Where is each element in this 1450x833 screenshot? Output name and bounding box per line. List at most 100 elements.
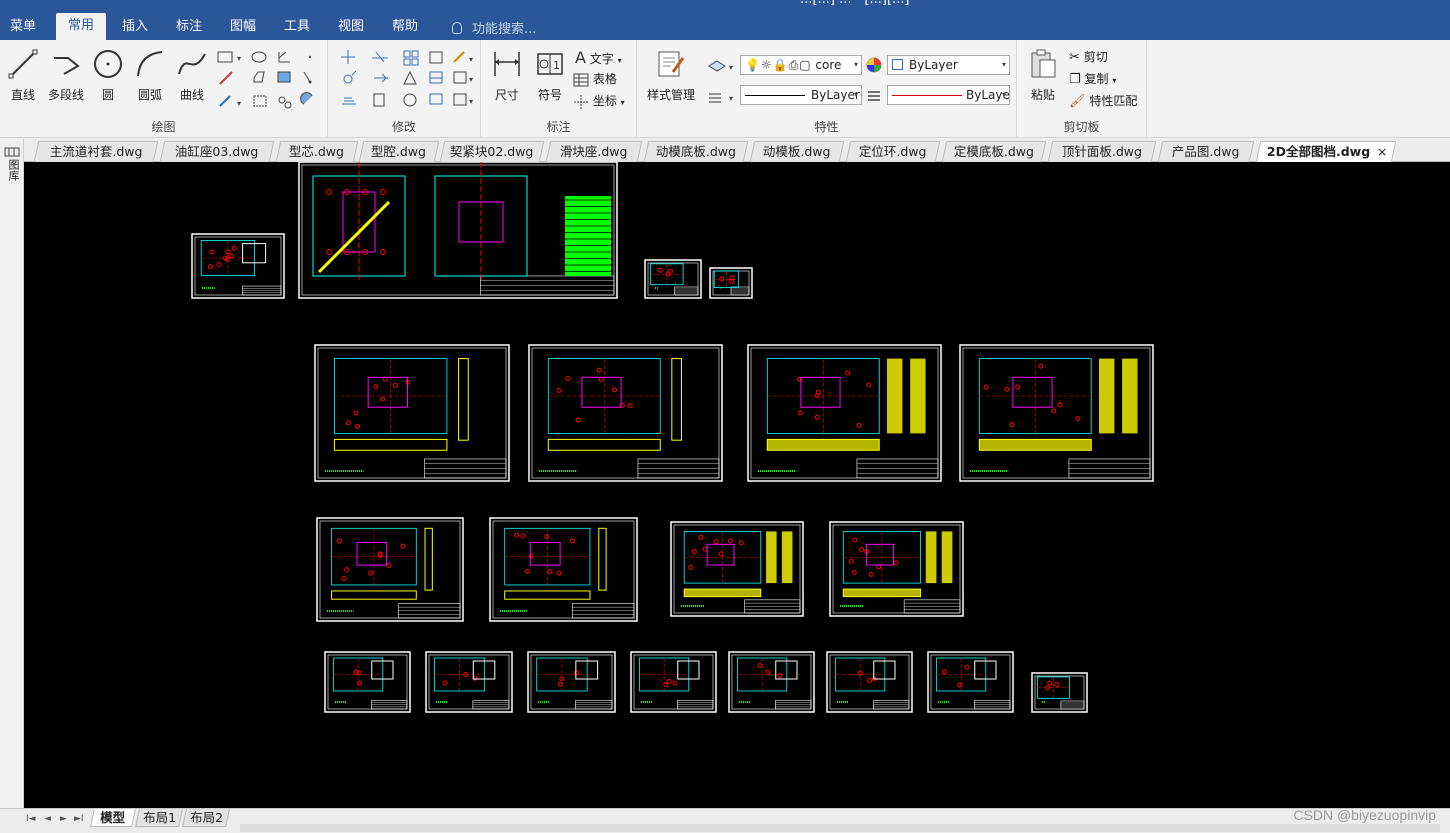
doc-tab[interactable]: 顶针面板.dwg [1047, 141, 1157, 162]
close-tab-icon[interactable]: × [1376, 142, 1386, 162]
doc-tab[interactable]: 定位环.dwg [845, 141, 941, 162]
style-manager-button[interactable]: 样式管理 [643, 48, 699, 103]
linetype-dropdown[interactable]: ByLayer ▾ [740, 85, 862, 105]
paste-button[interactable]: 粘贴 [1025, 48, 1061, 103]
line-icon [8, 49, 38, 79]
tab-menu[interactable]: 菜单 [0, 14, 46, 40]
tab-frame[interactable]: 图幅 [220, 14, 266, 40]
layout-tab-model[interactable]: 模型 [90, 809, 136, 827]
layout-tab-1[interactable]: 布局1 [135, 809, 183, 827]
drawing-sheet[interactable] [709, 267, 753, 299]
drawing-sheet[interactable] [630, 651, 717, 713]
library-icon[interactable] [4, 147, 20, 157]
drawing-sheet[interactable] [747, 344, 942, 482]
watermark: CSDN @biyezuopinvip [1293, 807, 1436, 823]
drawing-sheet[interactable] [829, 521, 964, 617]
table-label: 表格 [592, 72, 617, 86]
drawing-sheet[interactable] [425, 651, 513, 713]
drawing-sheet[interactable] [527, 651, 616, 713]
linetype-preview [745, 95, 805, 96]
nav-last-icon[interactable]: ►I [74, 814, 84, 824]
color-dropdown[interactable]: ByLayer ▾ [887, 55, 1010, 75]
lineweight-icon[interactable] [866, 89, 882, 103]
bulb-icon [452, 22, 462, 34]
drawing-sheet[interactable] [324, 651, 411, 713]
drawing-sheet[interactable] [1031, 672, 1088, 713]
drawing-sheet[interactable] [489, 517, 638, 622]
lineweight-dropdown[interactable]: ByLaye ▾ [887, 85, 1010, 105]
ribbon: 直线 多段线 圆 圆弧 曲线 ▾ ▾ 绘图 ▾ ▾ ▾ 修改 尺寸 1 符号 A… [0, 40, 1450, 138]
table-button[interactable]: 表格 [573, 70, 617, 88]
annotate-group-label: 标注 [546, 120, 571, 134]
clipboard-group-label: 剪切板 [1063, 120, 1100, 134]
text-label: 文字 [589, 52, 614, 66]
tab-insert[interactable]: 插入 [112, 14, 158, 40]
line-button[interactable]: 直线 [6, 48, 40, 103]
doc-tab[interactable]: 产品图.dwg [1157, 141, 1255, 162]
polyline-button[interactable]: 多段线 [44, 48, 88, 103]
table-icon [573, 73, 589, 86]
drawing-sheet[interactable] [528, 344, 723, 482]
drawing-sheet[interactable] [644, 259, 702, 299]
coordinate-button[interactable]: 坐标 ▾ [573, 92, 625, 110]
window-title: ...[...] ... - [...][...] [800, 0, 910, 7]
cut-button[interactable]: ✂ 剪切 [1069, 48, 1108, 65]
layer-state-icons: 💡☼🔒⎙▢ [745, 58, 812, 72]
doc-tab[interactable]: 型腔.dwg [358, 141, 440, 162]
tab-help[interactable]: 帮助 [382, 14, 428, 40]
tab-home[interactable]: 常用 [56, 13, 106, 40]
drawing-sheet[interactable] [826, 651, 913, 713]
match-properties-button[interactable]: 🖌 特性匹配 [1069, 92, 1137, 109]
layer-name: core [815, 58, 842, 72]
symbol-icon: 1 [537, 53, 563, 75]
doc-tab[interactable]: 型芯.dwg [275, 141, 359, 162]
dimension-label: 尺寸 [494, 88, 519, 102]
feature-search[interactable]: 功能搜索... [452, 18, 536, 37]
nav-next-icon[interactable]: ► [60, 814, 67, 824]
doc-tab[interactable]: 主流道衬套.dwg [33, 141, 159, 162]
drawing-sheet[interactable] [728, 651, 815, 713]
arc-button[interactable]: 圆弧 [132, 48, 168, 103]
svg-text:▾: ▾ [237, 54, 241, 63]
modify-tools[interactable]: ▾ ▾ ▾ [338, 48, 474, 114]
drawing-sheet[interactable] [670, 521, 804, 617]
nav-prev-icon[interactable]: ◄ [44, 814, 51, 824]
drawing-sheet[interactable] [927, 651, 1014, 713]
color-wheel-icon[interactable] [866, 57, 882, 73]
doc-tab-active[interactable]: 2D全部图档.dwg × [1255, 141, 1397, 162]
drawing-sheet[interactable] [314, 344, 510, 482]
doc-tab[interactable]: 契紧块02.dwg [439, 141, 545, 162]
drawing-sheet[interactable] [316, 517, 464, 622]
layout-tab-2[interactable]: 布局2 [182, 809, 230, 827]
tab-view[interactable]: 视图 [328, 14, 374, 40]
doc-tab[interactable]: 动模板.dwg [749, 141, 845, 162]
drawing-sheet[interactable] [959, 344, 1154, 482]
tab-annotate[interactable]: 标注 [166, 14, 212, 40]
text-button[interactable]: A 文字 ▾ [575, 48, 622, 67]
library-label[interactable]: 图库 [5, 159, 20, 181]
doc-tab[interactable]: 动模底板.dwg [643, 141, 749, 162]
layer-tools[interactable]: ▾ ▾ [707, 56, 737, 110]
circle-label: 圆 [101, 88, 114, 102]
drawing-sheet[interactable] [191, 233, 285, 299]
lineweight-preview [892, 95, 962, 96]
search-placeholder: 功能搜索... [472, 22, 537, 37]
horizontal-scrollbar[interactable] [240, 824, 1440, 832]
doc-tab[interactable]: 油缸座03.dwg [159, 141, 275, 162]
dimension-button[interactable]: 尺寸 [489, 48, 525, 103]
copy-button[interactable]: ❐ 复制 ▾ [1069, 70, 1116, 87]
drawing-sheet[interactable] [298, 162, 618, 299]
circle-button[interactable]: 圆 [92, 48, 124, 103]
polyline-icon [54, 57, 80, 75]
paste-label: 粘贴 [1030, 88, 1055, 102]
curve-button[interactable]: 曲线 [174, 48, 210, 103]
circle-icon [94, 50, 122, 78]
nav-first-icon[interactable]: I◄ [26, 814, 36, 824]
doc-tab[interactable]: 定模底板.dwg [941, 141, 1047, 162]
drawing-canvas[interactable] [24, 162, 1450, 808]
doc-tab[interactable]: 滑块座.dwg [545, 141, 643, 162]
symbol-button[interactable]: 1 符号 [533, 48, 567, 103]
layer-dropdown[interactable]: 💡☼🔒⎙▢ core ▾ [740, 55, 862, 75]
linetype-value: ByLayer [811, 88, 860, 102]
tab-tools[interactable]: 工具 [274, 14, 320, 40]
